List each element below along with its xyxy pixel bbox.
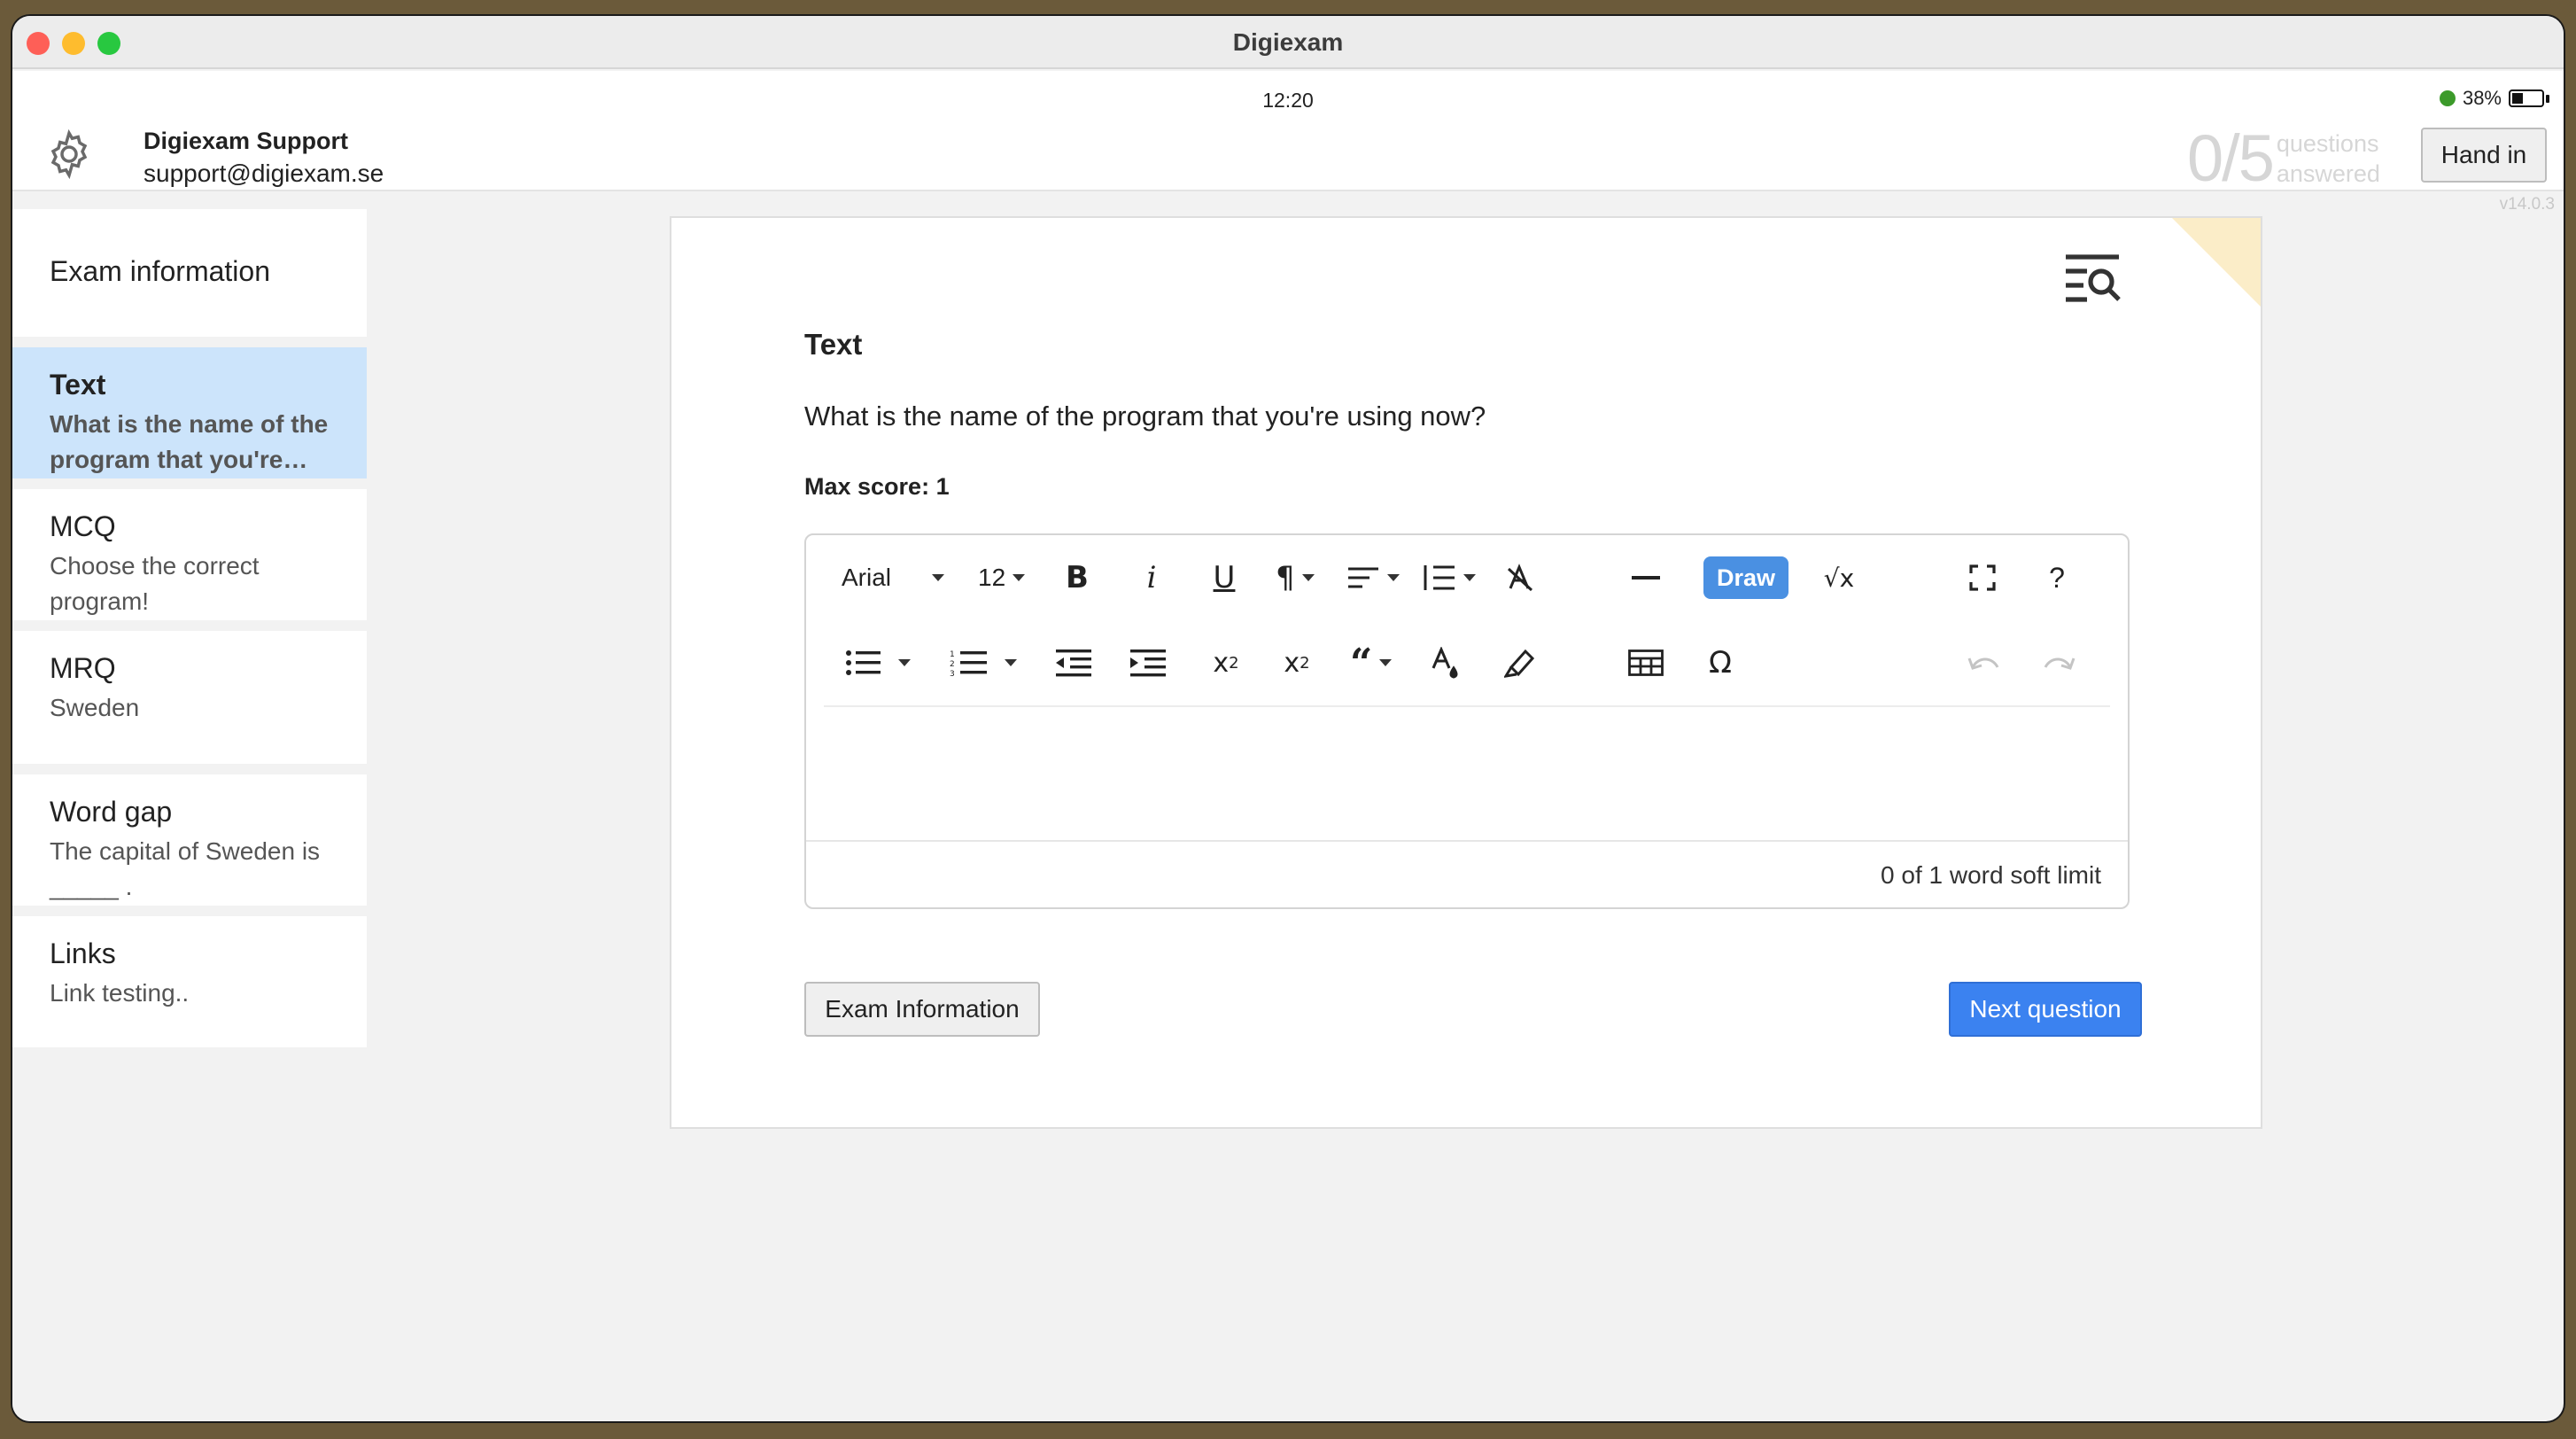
sidebar-item-text[interactable]: Text What is the name of the program tha… bbox=[12, 347, 367, 478]
clock: 12:20 bbox=[1262, 89, 1314, 112]
fullscreen-icon[interactable] bbox=[1965, 556, 2000, 599]
horizontal-rule-icon[interactable] bbox=[1628, 556, 1664, 599]
settings-gear-icon[interactable] bbox=[43, 128, 96, 181]
help-icon[interactable]: ? bbox=[2039, 556, 2075, 599]
outdent-icon[interactable] bbox=[1054, 642, 1093, 684]
progress-count: 0/5 bbox=[2187, 121, 2275, 195]
sidebar-item-mcq[interactable]: MCQ Choose the correct program! bbox=[12, 489, 367, 620]
special-char-icon[interactable]: Ω bbox=[1701, 642, 1740, 684]
flag-corner[interactable] bbox=[2172, 218, 2261, 307]
answer-text-area[interactable] bbox=[806, 709, 2128, 840]
question-sidebar: Exam information Text What is the name o… bbox=[12, 193, 367, 1421]
battery-status: 38% bbox=[2439, 87, 2549, 110]
question-type: Text bbox=[804, 328, 863, 361]
question-card: Text What is the name of the program tha… bbox=[670, 216, 2262, 1129]
subscript-icon[interactable]: x2 bbox=[1207, 642, 1245, 684]
exam-information-button[interactable]: Exam Information bbox=[804, 982, 1040, 1037]
answer-editor: Arial 12 B i U ¶ Draw √x ? 1 2 3 x 2 x 2… bbox=[804, 533, 2130, 909]
window-title: Digiexam bbox=[1232, 28, 1344, 56]
battery-percent: 38% bbox=[2462, 87, 2502, 109]
italic-icon[interactable]: i bbox=[1134, 556, 1169, 599]
underline-icon[interactable]: U bbox=[1207, 556, 1242, 599]
connection-status-icon bbox=[2439, 90, 2456, 106]
sidebar-item-links[interactable]: Links Link testing.. bbox=[12, 916, 367, 1047]
undo-icon[interactable] bbox=[1965, 642, 2004, 684]
math-icon[interactable]: √x bbox=[1819, 556, 1858, 599]
sidebar-item-exam-information[interactable]: Exam information bbox=[12, 209, 367, 337]
align-icon[interactable] bbox=[1346, 556, 1400, 599]
version-label: v14.0.3 bbox=[2499, 195, 2555, 214]
highlight-icon[interactable] bbox=[1501, 642, 1540, 684]
questions-progress: 0/5 questions answered bbox=[2187, 121, 2380, 196]
search-text-icon[interactable] bbox=[2062, 250, 2122, 310]
exam-header: 12:20 38% Digiexam Support support@digie… bbox=[12, 71, 2564, 195]
svg-text:1: 1 bbox=[950, 650, 955, 659]
indent-icon[interactable] bbox=[1129, 642, 1168, 684]
title-bar: Digiexam bbox=[12, 16, 2564, 69]
table-icon[interactable] bbox=[1626, 642, 1665, 684]
superscript-icon[interactable]: x2 bbox=[1277, 642, 1316, 684]
clear-format-icon[interactable] bbox=[1502, 556, 1538, 599]
next-question-button[interactable]: Next question bbox=[1949, 982, 2142, 1037]
svg-text:2: 2 bbox=[950, 660, 955, 669]
progress-label: questions answered bbox=[2276, 129, 2380, 187]
redo-icon[interactable] bbox=[2039, 642, 2078, 684]
quote-icon[interactable]: “ bbox=[1350, 641, 1393, 686]
numbered-list-icon[interactable]: 123 bbox=[950, 642, 1017, 684]
svg-text:3: 3 bbox=[950, 670, 955, 677]
bold-icon[interactable]: B bbox=[1059, 556, 1095, 599]
draw-button[interactable]: Draw bbox=[1703, 556, 1788, 599]
font-size-select[interactable]: 12 bbox=[978, 556, 1026, 599]
user-name: Digiexam Support bbox=[144, 128, 349, 154]
word-limit-counter: 0 of 1 word soft limit bbox=[1881, 861, 2101, 889]
sidebar-item-word-gap[interactable]: Word gap The capital of Sweden is _____ … bbox=[12, 774, 367, 906]
sidebar-item-mrq[interactable]: MRQ Sweden bbox=[12, 631, 367, 764]
question-text: What is the name of the program that you… bbox=[804, 401, 1486, 432]
line-height-icon[interactable] bbox=[1419, 556, 1476, 599]
font-family-select[interactable]: Arial bbox=[842, 556, 945, 599]
battery-icon bbox=[2509, 89, 2544, 107]
paragraph-icon[interactable]: ¶ bbox=[1276, 556, 1315, 599]
app-window: Digiexam 12:20 38% Digiexam Support supp… bbox=[12, 16, 2564, 1421]
user-email: support@digiexam.se bbox=[144, 159, 384, 187]
bullet-list-icon[interactable] bbox=[845, 642, 911, 684]
font-color-icon[interactable] bbox=[1428, 642, 1463, 684]
max-score: Max score: 1 bbox=[804, 473, 950, 500]
hand-in-button[interactable]: Hand in bbox=[2421, 128, 2547, 183]
